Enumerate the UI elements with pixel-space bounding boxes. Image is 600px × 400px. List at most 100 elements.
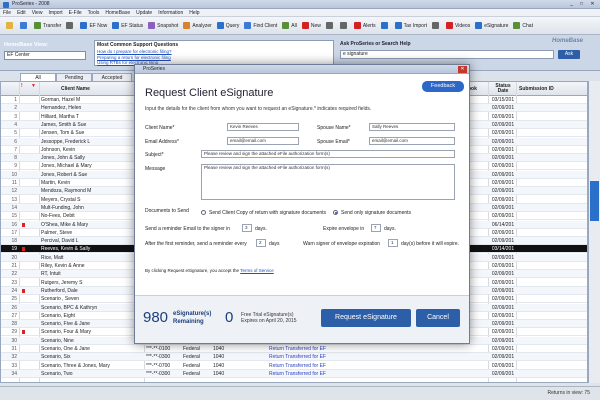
free-trial-label: Free Trial eSignature(s) Expires on April…: [241, 312, 297, 324]
table-row[interactable]: 34 Scenario, Two ***-**-0300 Federal 1040 Ret…: [1, 369, 587, 378]
feedback-button[interactable]: Feedback: [422, 81, 464, 92]
transfer-button[interactable]: Transfer: [32, 20, 63, 32]
new-button[interactable]: New: [300, 20, 323, 32]
chat-button[interactable]: Chat: [511, 20, 535, 32]
tax-import-button[interactable]: Tax Import: [393, 20, 429, 32]
return-type-cell: Federal: [183, 354, 200, 361]
terms-of-service-link[interactable]: Terms of Service: [240, 268, 274, 273]
radio-signature-only[interactable]: [333, 210, 338, 215]
help-icon: [380, 22, 388, 29]
expire-days-field[interactable]: 7: [371, 224, 381, 232]
table-row[interactable]: 31 Scenario, One & Jane ***-**-0100 Federal…: [1, 345, 587, 353]
calc-button[interactable]: [430, 20, 443, 32]
esignature-button[interactable]: eSignature: [473, 20, 510, 32]
menu-import[interactable]: Import: [45, 9, 65, 17]
esignature-icon: [475, 22, 483, 29]
menu-update[interactable]: Update: [133, 9, 155, 17]
videos-button[interactable]: Videos: [444, 20, 472, 32]
status-date-cell: 02/09/201: [491, 121, 515, 128]
ask-button[interactable]: Ask: [558, 50, 580, 59]
homebase-view-select[interactable]: EF Center: [4, 51, 86, 60]
reminder-days-field[interactable]: 3: [242, 224, 252, 232]
spouse-name-field[interactable]: Sally Reeves: [369, 123, 455, 131]
right-scrollbar[interactable]: [588, 81, 600, 383]
maximize-button[interactable]: □: [577, 1, 586, 8]
col-status-date[interactable]: Status Date: [490, 84, 516, 94]
ask-search-input[interactable]: e signature: [340, 50, 554, 59]
cancel-button[interactable]: Cancel: [416, 309, 460, 327]
ssn-cell: ***-**-0300: [146, 370, 171, 377]
client-name-cell: Scenario , Seven: [41, 296, 80, 303]
toolbar-label: EF Status: [121, 22, 144, 29]
client-name-cell: Reeves, Kevin & Sally: [41, 246, 91, 253]
radio-client-copy[interactable]: [201, 210, 206, 215]
col-submission-id[interactable]: Submission ID: [519, 87, 554, 92]
query-button[interactable]: Query: [215, 20, 242, 32]
tab-accepted[interactable]: Accepted: [92, 73, 132, 81]
open-folder-button[interactable]: [4, 20, 17, 32]
status-date-cell: 02/09/201: [491, 113, 515, 120]
message-field[interactable]: Please review and sign the attached eFil…: [201, 164, 455, 200]
row-number: 5: [14, 130, 17, 137]
menu-edit[interactable]: Edit: [14, 9, 29, 17]
row-number: 19: [11, 246, 17, 253]
menu-tools[interactable]: Tools: [85, 9, 103, 17]
toolbar-label: Videos: [455, 22, 471, 29]
status-date-cell: 02/09/201: [491, 296, 515, 303]
subject-field[interactable]: Please review and sign the attached eFil…: [201, 150, 455, 158]
prev-button[interactable]: [324, 20, 337, 32]
dialog-footer: 980 eSignature(s) Remaining 0 Free Trial …: [135, 295, 469, 343]
ef-now-button[interactable]: EF Now: [78, 20, 109, 32]
form-cell: 1040: [213, 370, 225, 377]
agree-text-body: By clicking Request eSignature, you acce…: [145, 268, 240, 273]
client-name-field[interactable]: Kevin Reeves: [227, 123, 299, 131]
request-esignature-button[interactable]: Request eSignature: [321, 309, 411, 327]
tab-all[interactable]: All: [20, 73, 56, 81]
menu-homebase[interactable]: HomeBase: [102, 9, 133, 17]
toolbar-label: EF Now: [89, 22, 108, 29]
ef-status-button[interactable]: EF Status: [110, 20, 145, 32]
snapshot-button[interactable]: Snapshot: [146, 20, 180, 32]
status-date-cell: 02/09/201: [491, 213, 515, 220]
close-button[interactable]: ✕: [588, 1, 597, 8]
save-button[interactable]: [18, 20, 31, 32]
status-date-cell: 02/09/201: [491, 204, 515, 211]
menu-file[interactable]: File: [0, 9, 14, 17]
minimize-button[interactable]: _: [567, 1, 576, 8]
ef-now-icon: [80, 22, 88, 29]
next-button[interactable]: [338, 20, 351, 32]
menu-view[interactable]: View: [29, 9, 46, 17]
client-name-cell: Scenario, Two: [41, 370, 73, 377]
form-cell: 1040: [213, 354, 225, 361]
after-days-field[interactable]: 2: [256, 239, 266, 247]
toolbar-label: Alerts: [362, 22, 376, 29]
row-number: 6: [14, 138, 17, 145]
red-flag-icon: [22, 247, 25, 252]
all-button[interactable]: All: [280, 20, 299, 32]
status-date-cell: 02/09/201: [491, 180, 515, 186]
warn-days-field[interactable]: 1: [388, 239, 398, 247]
row-number: 28: [11, 321, 17, 328]
help-button[interactable]: [379, 20, 392, 32]
status-date-cell: 02/09/201: [491, 229, 515, 236]
table-row[interactable]: 32 Scenario, Six ***-**-0300 Federal 1040 Ret…: [1, 353, 587, 362]
col-client-name[interactable]: Client Name: [61, 87, 90, 92]
toolbar-label: Find Client: [253, 22, 278, 29]
spouse-email-field[interactable]: email@email.com: [369, 137, 455, 145]
status-date-cell: 03/15/201: [491, 97, 515, 103]
menu-efile[interactable]: E-File: [66, 9, 85, 17]
menu-help[interactable]: Help: [186, 9, 202, 17]
tab-pending[interactable]: Pending: [56, 73, 92, 81]
analyzer-icon: [183, 22, 191, 29]
reminder-label: Send a reminder Email to the signer in: [145, 226, 231, 232]
print-button[interactable]: [64, 20, 77, 32]
dialog-close-button[interactable]: ✕: [458, 66, 467, 73]
analyzer-button[interactable]: Analyzer: [181, 20, 213, 32]
menu-information[interactable]: Information: [155, 9, 186, 17]
alerts-button[interactable]: Alerts: [352, 20, 378, 32]
email-field[interactable]: email@email.com: [227, 137, 299, 145]
side-tab[interactable]: [590, 181, 599, 221]
table-row[interactable]: 33 Scenario, Three & Jones, Mary ***-**-07…: [1, 362, 587, 370]
client-name-cell: Scenario, Three & Jones, Mary: [41, 362, 110, 369]
find-client-button[interactable]: Find Client: [242, 20, 279, 32]
